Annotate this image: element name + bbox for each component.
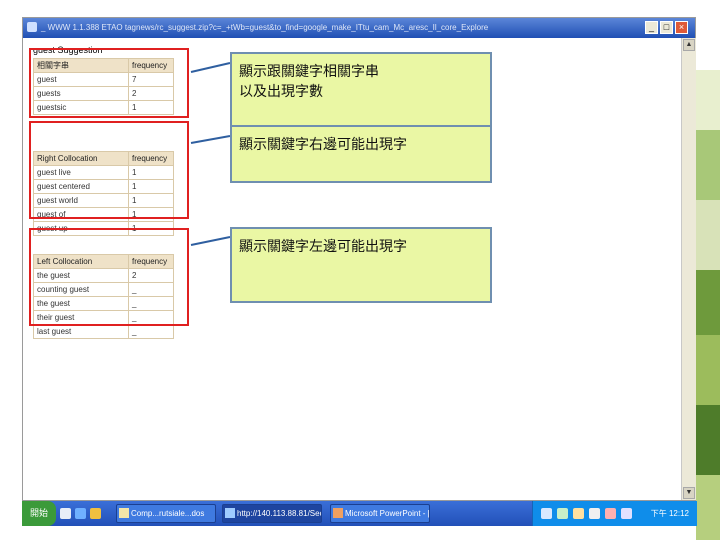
taskbar-item-browser[interactable]: http://140.113.88.81/Sec4t... — [222, 504, 322, 523]
keyboard-icon[interactable] — [541, 508, 552, 519]
taskbar: 開始 Comp...rutsiale...dos http://140.113.… — [22, 501, 697, 526]
callout-related-line2: 以及出現字數 — [239, 84, 323, 100]
folder-icon — [119, 508, 129, 518]
network-icon[interactable] — [557, 508, 568, 519]
ie-icon — [225, 508, 235, 518]
callout-left-text: 顯示關鍵字左邊可能出現字 — [239, 239, 407, 255]
shield-icon[interactable] — [605, 508, 616, 519]
folder-quicklaunch-icon[interactable] — [90, 508, 101, 519]
taskbar-item-label: http://140.113.88.81/Sec4t... — [237, 509, 321, 518]
start-button[interactable]: 開始 — [22, 501, 56, 526]
taskbar-item-powerpoint[interactable]: Microsoft PowerPoint - [C... — [330, 504, 430, 523]
callout-right-text: 顯示關鍵字右邊可能出現字 — [239, 137, 407, 153]
callout-right: 顯示關鍵字右邊可能出現字 — [230, 125, 492, 183]
connector-line-1 — [190, 62, 231, 73]
tray-app-icon[interactable] — [573, 508, 584, 519]
callout-left: 顯示關鍵字左邊可能出現字 — [230, 227, 492, 303]
callout-related-line1: 顯示跟關鍵字相關字串 — [239, 64, 379, 80]
connector-line-3 — [190, 236, 231, 246]
callout-related: 顯示跟關鍵字相關字串 以及出現字數 — [230, 52, 492, 132]
connector-line-2 — [190, 135, 231, 144]
taskbar-item-label: Comp...rutsiale...dos — [131, 509, 205, 518]
volume-icon[interactable] — [621, 508, 632, 519]
taskbar-item-label: Microsoft PowerPoint - [C... — [345, 509, 430, 518]
help-icon[interactable] — [589, 508, 600, 519]
ie-quicklaunch-icon[interactable] — [75, 508, 86, 519]
taskbar-item-explorer[interactable]: Comp...rutsiale...dos — [116, 504, 216, 523]
clock[interactable]: 下午 12:12 — [651, 501, 689, 526]
system-tray: 下午 12:12 — [532, 501, 697, 526]
powerpoint-icon — [333, 508, 343, 518]
desktop-icon[interactable] — [60, 508, 71, 519]
